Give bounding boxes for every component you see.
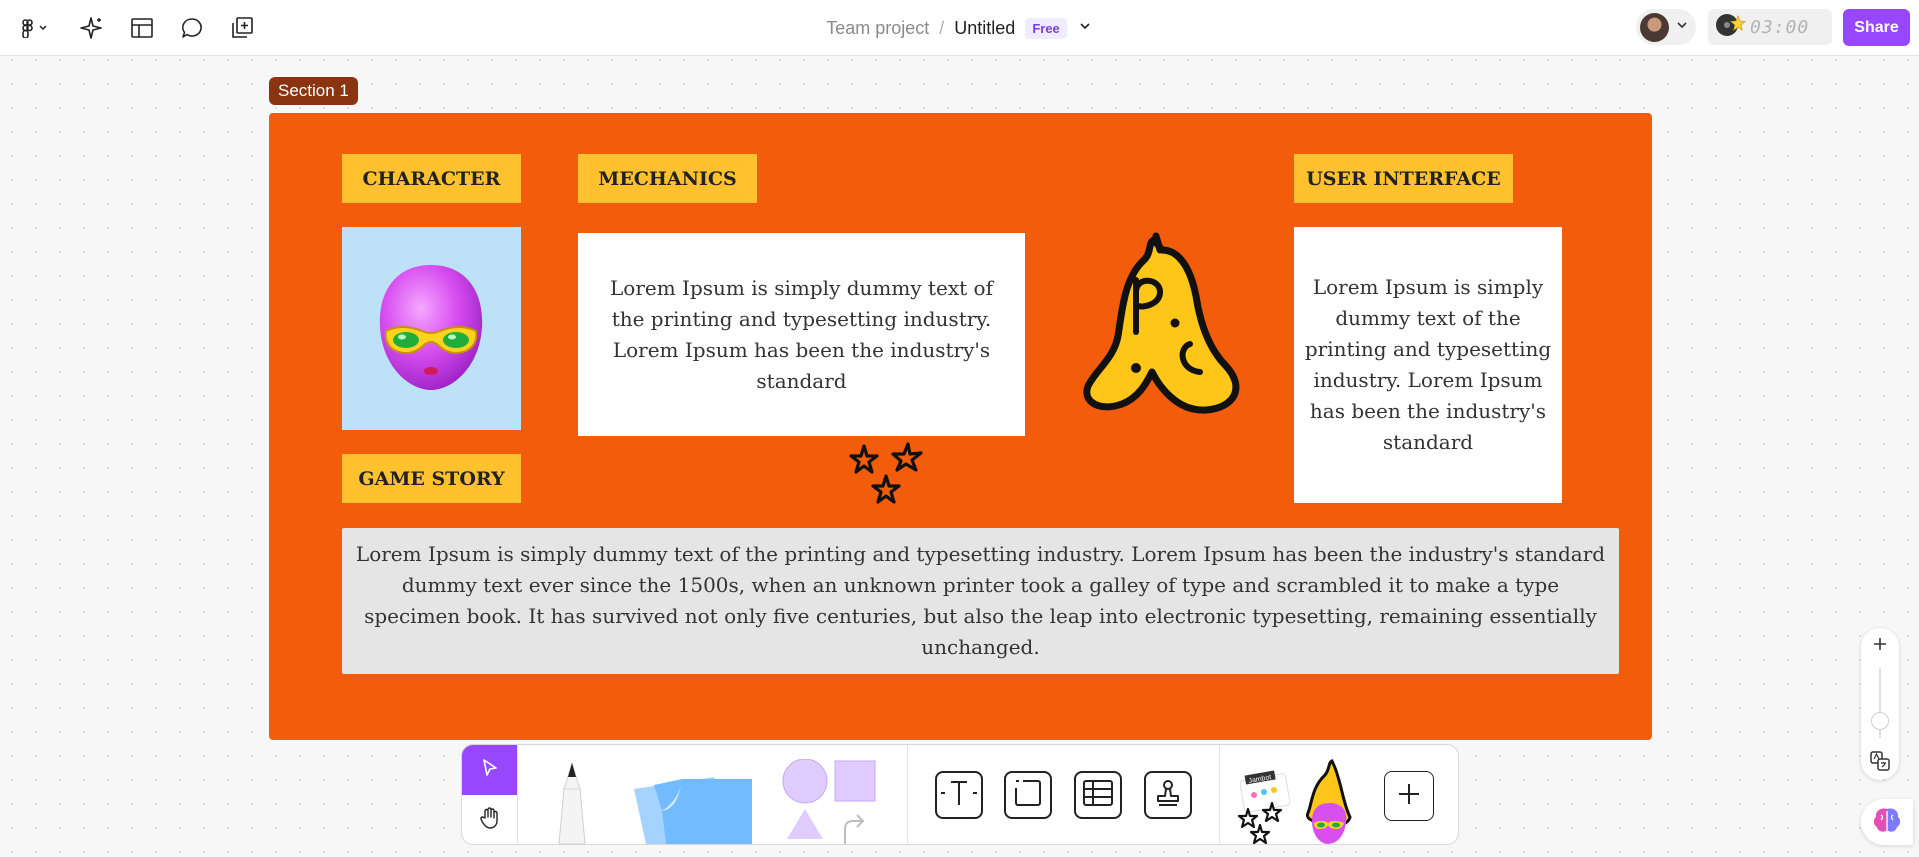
toolbar-divider	[907, 745, 908, 844]
user-interface-card[interactable]: Lorem Ipsum is simply dummy text of the …	[1294, 227, 1562, 503]
tag-user-interface[interactable]: USER INTERFACE	[1294, 154, 1513, 203]
breadcrumb-separator: /	[939, 17, 945, 38]
character-image[interactable]	[342, 227, 521, 430]
brain-icon	[1871, 805, 1903, 840]
text-tool[interactable]	[935, 771, 983, 819]
pen-tool[interactable]	[542, 759, 602, 844]
multiplayer-avatars[interactable]	[1636, 9, 1696, 45]
music-disc-icon	[1716, 12, 1746, 43]
hand-tool[interactable]	[462, 795, 517, 844]
toolbar-divider	[517, 745, 518, 844]
section-label[interactable]: Section 1	[269, 77, 358, 105]
game-story-text: Lorem Ipsum is simply dummy text of the …	[355, 542, 1606, 659]
sticky-note-icon	[622, 759, 762, 845]
timer-display: 03:00	[1750, 16, 1810, 38]
file-name[interactable]: Untitled	[954, 18, 1015, 39]
ai-assistant-button[interactable]	[1861, 799, 1913, 845]
table-tool[interactable]	[1074, 771, 1122, 819]
sparkle-icon	[79, 15, 105, 41]
game-story-card[interactable]: Lorem Ipsum is simply dummy text of the …	[342, 528, 1619, 674]
toolbar-divider	[1219, 745, 1220, 844]
tag-game-story[interactable]: GAME STORY	[342, 454, 521, 503]
banana-sticker[interactable]	[1078, 232, 1244, 421]
banana-icon	[1083, 232, 1240, 414]
avatar	[1640, 12, 1669, 42]
stars-icon	[849, 442, 923, 504]
pencil-icon	[547, 759, 597, 844]
stickers-tool[interactable]: Jambot	[1232, 755, 1362, 845]
tag-character[interactable]: CHARACTER	[342, 154, 521, 203]
hand-icon	[478, 806, 502, 835]
user-interface-text: Lorem Ipsum is simply dummy text of the …	[1304, 275, 1552, 454]
zoom-slider-handle[interactable]	[1871, 712, 1889, 730]
add-page-button[interactable]	[226, 12, 258, 44]
tag-mechanics[interactable]: MECHANICS	[578, 154, 757, 203]
team-breadcrumb[interactable]: Team project	[826, 18, 929, 39]
plus-icon	[1396, 781, 1422, 812]
sticky-note-tool[interactable]	[622, 759, 762, 845]
file-title: Team project / Untitled Free	[0, 14, 1919, 42]
accessibility-button[interactable]	[1861, 746, 1899, 780]
sticker-pack-icon: Jambot	[1232, 755, 1362, 845]
comment-icon	[180, 16, 204, 40]
stamp-tool[interactable]	[1144, 771, 1192, 819]
layout-icon	[130, 16, 154, 40]
comments-button[interactable]	[176, 12, 208, 44]
table-icon	[1082, 778, 1114, 813]
translate-icon	[1869, 750, 1891, 777]
mechanics-text: Lorem Ipsum is simply dummy text of the …	[610, 275, 993, 393]
mechanics-card[interactable]: Lorem Ipsum is simply dummy text of the …	[578, 233, 1025, 436]
frame-icon	[1013, 778, 1043, 813]
bottom-toolbar: Jambot	[461, 744, 1459, 845]
add-frame-icon	[230, 16, 254, 40]
shape-tool[interactable]	[777, 758, 887, 845]
main-menu-button[interactable]	[14, 12, 54, 44]
ai-actions-button[interactable]	[76, 12, 108, 44]
stamp-icon	[1153, 778, 1183, 813]
more-tools-button[interactable]	[1384, 771, 1434, 821]
stars-sticker[interactable]	[848, 440, 930, 517]
text-icon	[939, 778, 979, 813]
plus-icon	[1872, 632, 1888, 658]
share-button[interactable]: Share	[1843, 9, 1910, 46]
frame-tool[interactable]	[1004, 771, 1052, 819]
figma-logo-icon	[18, 18, 50, 38]
top-bar: Team project / Untitled Free 03:00 Share	[0, 0, 1919, 56]
alien-head-icon	[379, 265, 483, 390]
zoom-in-button[interactable]	[1861, 628, 1899, 662]
timer-widget[interactable]: 03:00	[1708, 9, 1832, 45]
zoom-controls	[1861, 628, 1899, 780]
plan-badge[interactable]: Free	[1025, 17, 1067, 39]
file-menu-chevron-icon[interactable]	[1077, 18, 1093, 39]
select-tool[interactable]	[462, 745, 517, 795]
shapes-icon	[777, 758, 887, 845]
cursor-arrow-icon	[480, 758, 500, 783]
chevron-down-icon	[1675, 18, 1689, 37]
templates-button[interactable]	[126, 12, 158, 44]
